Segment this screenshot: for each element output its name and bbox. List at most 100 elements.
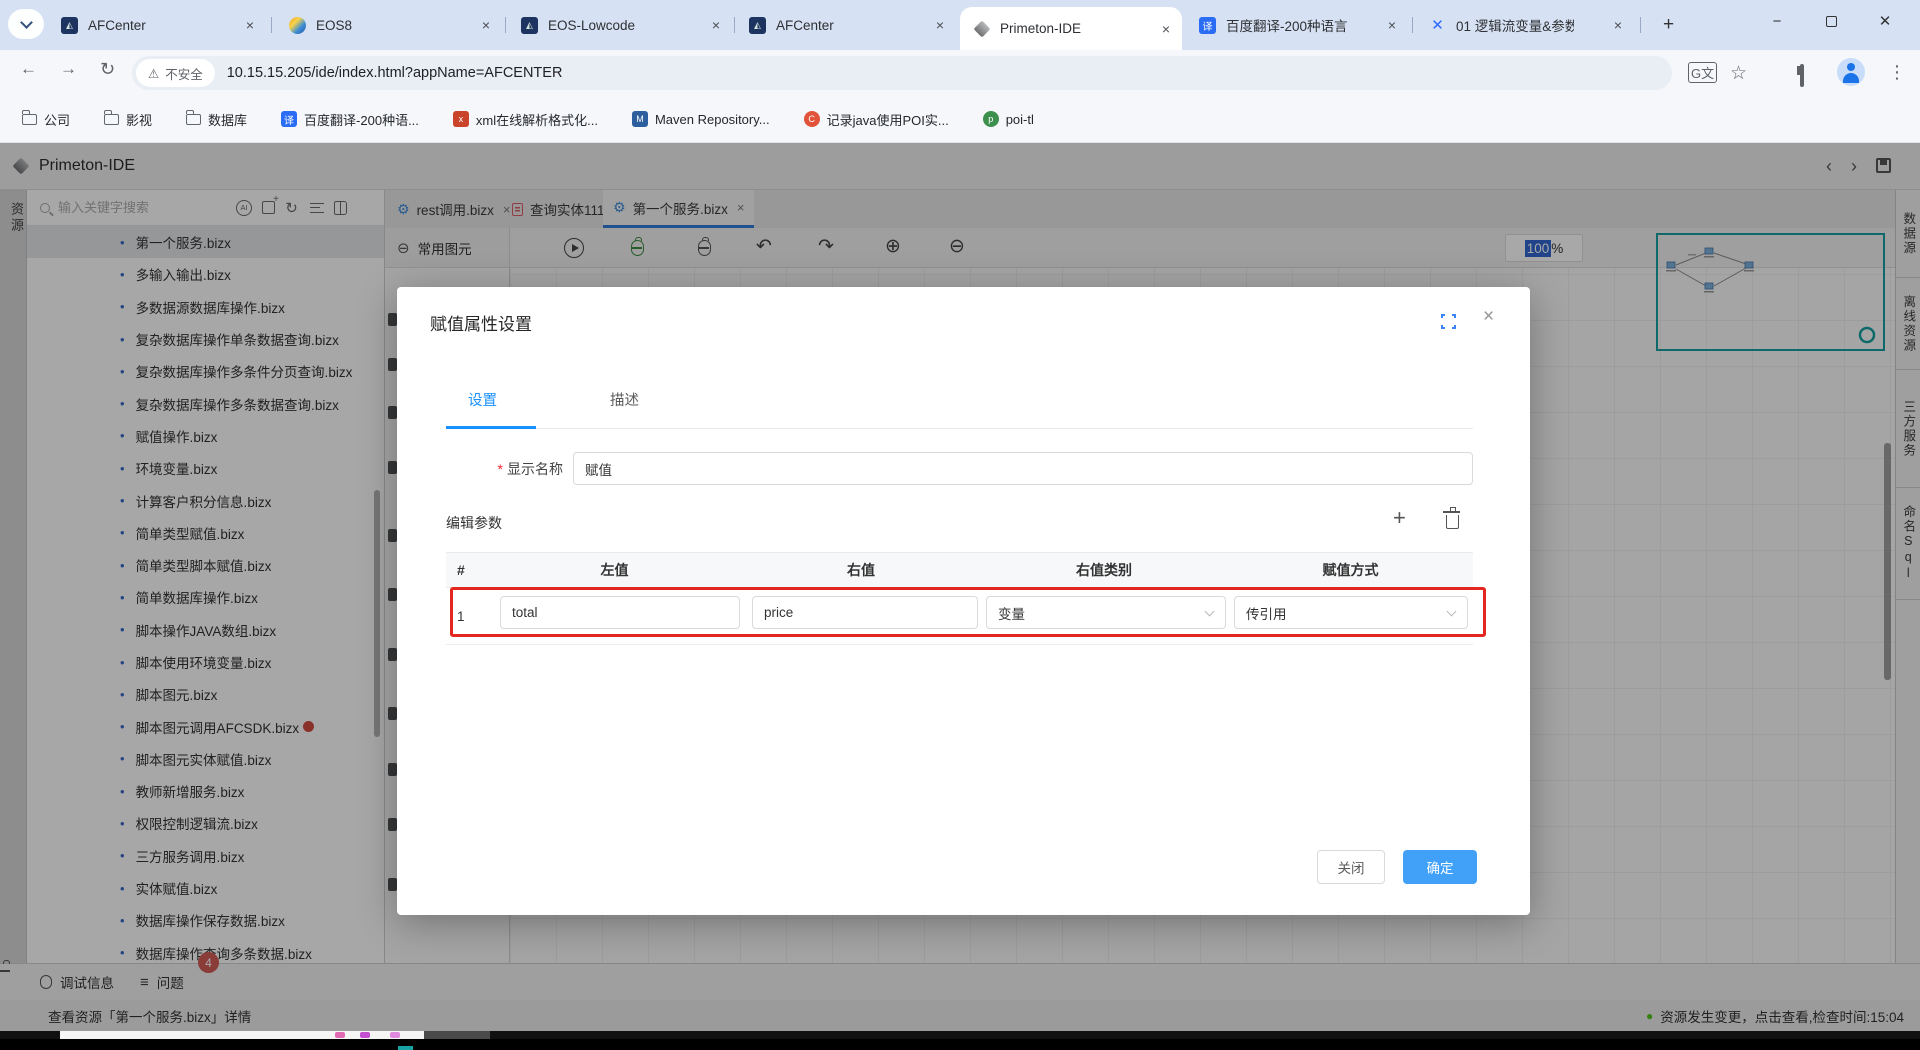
chevron-down-icon bbox=[1447, 606, 1457, 616]
required-mark: * bbox=[498, 461, 503, 477]
eos8-favicon bbox=[289, 17, 306, 34]
bookmark-maven[interactable]: M Maven Repository... bbox=[632, 111, 770, 127]
fullscreen-icon[interactable] bbox=[1441, 314, 1456, 329]
security-label: 不安全 bbox=[165, 64, 203, 83]
browser-tab-logic-flow[interactable]: ✕ 01 逻辑流变量&参数 × bbox=[1416, 0, 1634, 50]
window-close-button[interactable]: ✕ bbox=[1862, 0, 1908, 42]
browser-tab-afcenter-2[interactable]: AFCenter × bbox=[736, 0, 956, 50]
assignment-properties-dialog: 赋值属性设置 × 设置 描述 *显示名称 编辑参数 + # 左值 右值 右值类别… bbox=[397, 287, 1530, 915]
right-value-input[interactable] bbox=[752, 596, 978, 629]
active-tab-underline bbox=[446, 426, 536, 429]
poi-icon: p bbox=[983, 111, 999, 127]
bookmark-csdn-poi[interactable]: C 记录java使用POI实... bbox=[804, 110, 949, 129]
left-value-input[interactable] bbox=[500, 596, 740, 629]
col-right-value: 右值 bbox=[742, 560, 980, 580]
browser-tab-primeton-active[interactable]: Primeton-IDE × bbox=[960, 7, 1182, 50]
background-window-edge bbox=[60, 1031, 424, 1039]
tab-separator bbox=[1640, 17, 1641, 33]
close-tab-icon[interactable]: × bbox=[1388, 17, 1396, 33]
display-name-input[interactable] bbox=[573, 452, 1473, 485]
assign-mode-select[interactable]: 传引用 bbox=[1234, 596, 1468, 629]
decorative-mark bbox=[360, 1032, 370, 1038]
minimize-icon: − bbox=[1773, 13, 1782, 30]
tab-separator bbox=[1412, 17, 1413, 33]
bookmark-label: 百度翻译-200种语... bbox=[304, 110, 419, 129]
bookmark-label: 影视 bbox=[126, 110, 152, 129]
tab-separator bbox=[271, 17, 272, 33]
address-bar[interactable]: ⚠ 不安全 10.15.15.205/ide/index.html?appNam… bbox=[132, 56, 1672, 90]
afcenter-favicon bbox=[61, 17, 78, 34]
ok-button[interactable]: 确定 bbox=[1403, 850, 1477, 884]
bookmark-star-icon[interactable]: ☆ bbox=[1730, 62, 1747, 85]
bookmark-folder-company[interactable]: 公司 bbox=[22, 110, 70, 129]
background-window-strip bbox=[0, 1031, 1920, 1039]
eos-lowcode-favicon bbox=[521, 17, 538, 34]
doc-favicon: ✕ bbox=[1429, 17, 1446, 34]
bookmark-baidu-translate[interactable]: 译百度翻译-200种语... bbox=[281, 110, 419, 129]
close-dialog-icon[interactable]: × bbox=[1483, 306, 1494, 328]
tab-list-button[interactable] bbox=[8, 9, 44, 39]
delete-param-icon[interactable] bbox=[1446, 515, 1459, 529]
tab-title: EOS-Lowcode bbox=[548, 18, 668, 33]
close-icon: ✕ bbox=[1879, 12, 1892, 30]
close-tab-icon[interactable]: × bbox=[1614, 17, 1622, 33]
forward-icon[interactable]: → bbox=[60, 59, 77, 79]
dialog-tab-description[interactable]: 描述 bbox=[610, 389, 639, 410]
window-maximize-button[interactable] bbox=[1808, 0, 1854, 42]
bookmark-poi-tl[interactable]: ppoi-tl bbox=[983, 111, 1034, 127]
close-button[interactable]: 关闭 bbox=[1317, 850, 1385, 884]
tab-separator bbox=[505, 17, 506, 33]
translate-favicon: 译 bbox=[1199, 17, 1216, 34]
bookmark-label: 公司 bbox=[44, 110, 70, 129]
bookmarks-bar: 公司 影视 数据库 译百度翻译-200种语... xxml在线解析格式化... … bbox=[0, 96, 1920, 143]
dialog-title: 赋值属性设置 bbox=[430, 310, 532, 335]
background-window-edge bbox=[424, 1031, 490, 1039]
profile-avatar[interactable] bbox=[1837, 58, 1865, 86]
maven-icon: M bbox=[632, 111, 648, 127]
side-panel-icon[interactable] bbox=[1800, 64, 1804, 87]
tab-title: AFCenter bbox=[88, 18, 208, 33]
csdn-icon: C bbox=[804, 111, 820, 127]
close-tab-icon[interactable]: × bbox=[936, 17, 944, 33]
bookmark-label: Maven Repository... bbox=[655, 112, 770, 127]
bookmark-label: 记录java使用POI实... bbox=[827, 110, 949, 129]
browser-tab-eos-lowcode[interactable]: EOS-Lowcode × bbox=[508, 0, 732, 50]
afcenter-favicon bbox=[749, 17, 766, 34]
translate-page-icon[interactable]: G文 bbox=[1688, 62, 1717, 83]
browser-tab-eos8[interactable]: EOS8 × bbox=[276, 0, 502, 50]
decorative-mark bbox=[335, 1032, 345, 1038]
folder-icon bbox=[104, 114, 119, 125]
chevron-down-icon bbox=[1205, 606, 1215, 616]
close-tab-icon[interactable]: × bbox=[482, 17, 490, 33]
col-right-type: 右值类别 bbox=[980, 560, 1228, 580]
new-tab-button[interactable]: + bbox=[1650, 0, 1686, 50]
primeton-favicon bbox=[973, 20, 990, 37]
palette-item-partial bbox=[398, 1046, 413, 1050]
browser-tab-baidu-translate[interactable]: 译 百度翻译-200种语言 × bbox=[1186, 0, 1408, 50]
right-type-select[interactable]: 变量 bbox=[986, 596, 1226, 629]
window-minimize-button[interactable]: − bbox=[1754, 0, 1800, 42]
dialog-tab-settings[interactable]: 设置 bbox=[468, 389, 497, 410]
browser-tab-strip: AFCenter × EOS8 × EOS-Lowcode × AFCenter… bbox=[0, 0, 1920, 50]
bookmark-xml-parser[interactable]: xxml在线解析格式化... bbox=[453, 110, 598, 129]
add-param-icon[interactable]: + bbox=[1393, 505, 1406, 531]
folder-icon bbox=[186, 114, 201, 125]
bookmark-folder-movies[interactable]: 影视 bbox=[104, 110, 152, 129]
kebab-menu-icon[interactable]: ⋮ bbox=[1888, 62, 1906, 83]
close-tab-icon[interactable]: × bbox=[712, 17, 720, 33]
xml-icon: x bbox=[453, 111, 469, 127]
browser-toolbar: ← → ↻ ⚠ 不安全 10.15.15.205/ide/index.html?… bbox=[0, 50, 1920, 96]
refresh-icon[interactable]: ↻ bbox=[100, 59, 115, 80]
browser-tab-afcenter-1[interactable]: AFCenter × bbox=[48, 0, 266, 50]
back-icon[interactable]: ← bbox=[20, 59, 37, 79]
tab-title: EOS8 bbox=[316, 18, 438, 33]
close-tab-icon[interactable]: × bbox=[246, 17, 254, 33]
bookmark-folder-database[interactable]: 数据库 bbox=[186, 110, 247, 129]
url-text: 10.15.15.205/ide/index.html?appName=AFCE… bbox=[227, 65, 563, 81]
row-index: 1 bbox=[457, 609, 465, 624]
tab-title: Primeton-IDE bbox=[1000, 21, 1122, 36]
col-index: # bbox=[446, 562, 487, 578]
translate-icon: 译 bbox=[281, 111, 297, 127]
close-tab-icon[interactable]: × bbox=[1162, 21, 1170, 37]
security-chip[interactable]: ⚠ 不安全 bbox=[136, 59, 215, 87]
